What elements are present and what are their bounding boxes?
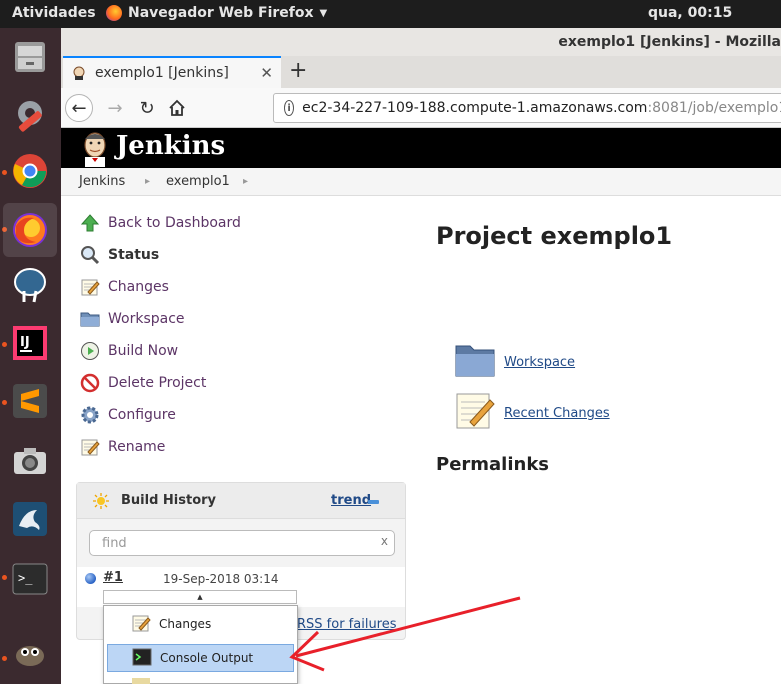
annotation-arrow-icon — [289, 596, 521, 672]
